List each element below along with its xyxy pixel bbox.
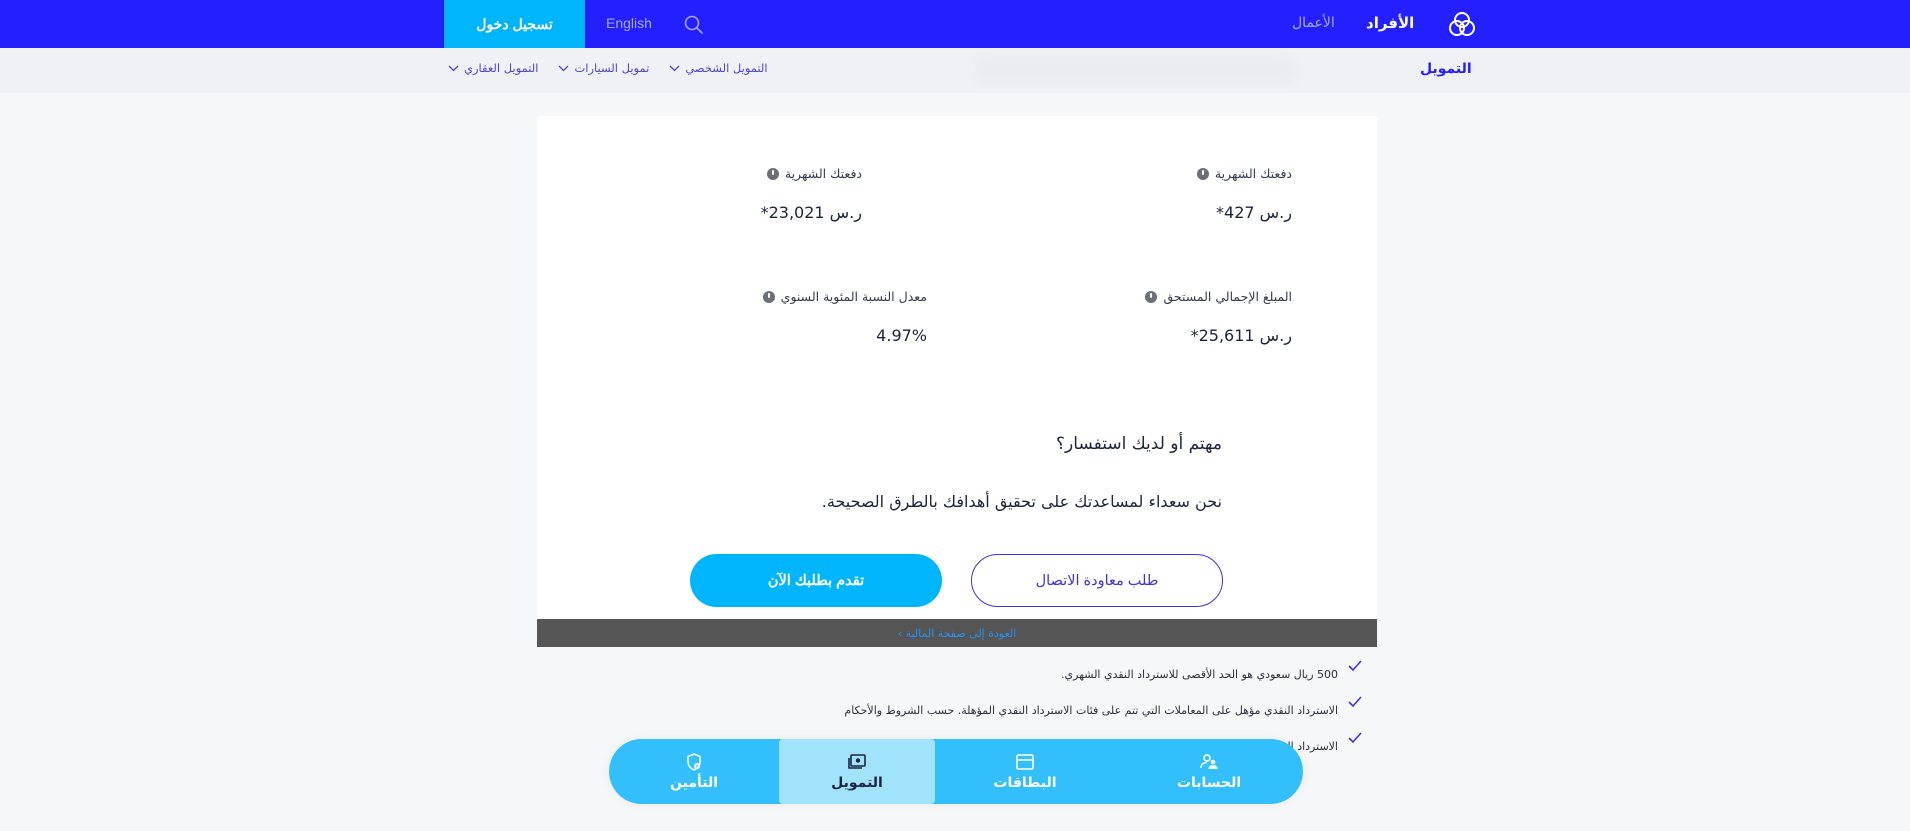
info-icon[interactable] bbox=[1196, 167, 1209, 180]
bottom-nav-label: الحسابات bbox=[1176, 775, 1242, 791]
check-icon bbox=[1348, 696, 1362, 708]
subnav-link-label: التمويل الشخصي bbox=[685, 61, 768, 75]
stat-value: 4.97% bbox=[876, 326, 927, 345]
stat-value: ر.س 25,611* bbox=[1190, 326, 1292, 345]
shield-icon bbox=[687, 753, 701, 771]
card-icon bbox=[1016, 754, 1034, 770]
subnav-link-mortgage[interactable]: التمويل العقاري bbox=[448, 61, 538, 75]
language-toggle[interactable]: English bbox=[606, 15, 652, 31]
chevron-down-icon bbox=[558, 65, 569, 71]
stat-apr: معدل النسبة المئوية السنوي 4.97% bbox=[762, 289, 927, 345]
check-icon bbox=[1348, 732, 1362, 744]
chevron-down-icon bbox=[669, 65, 680, 71]
inquiry-text: نحن سعداء لمساعدتك على تحقيق أهدافك بالط… bbox=[821, 492, 1222, 511]
info-icon[interactable] bbox=[762, 290, 775, 303]
stat-monthly-payment: دفعتك الشهرية ر.س 427* bbox=[1196, 166, 1292, 222]
blurred-region bbox=[975, 56, 1295, 84]
info-icon[interactable] bbox=[766, 167, 779, 180]
stat-label: دفعتك الشهرية bbox=[784, 166, 862, 181]
login-button[interactable]: تسجيل دخول bbox=[444, 0, 585, 48]
info-icon[interactable] bbox=[1145, 290, 1158, 303]
back-to-finance-link[interactable]: العودة إلى صفحة المالية › bbox=[898, 627, 1017, 640]
bottom-nav-label: التمويل bbox=[831, 775, 883, 791]
subnav-links: التمويل العقاري تمويل السيارات التمويل ا… bbox=[448, 61, 768, 75]
subnav-title[interactable]: التمويل bbox=[1420, 61, 1472, 77]
list-item: 500 ريال سعودي هو الحد الأقصى للاسترداد … bbox=[844, 660, 1362, 696]
list-item-text: الاسترداد النقدي مؤهل على المعاملات التي… bbox=[844, 704, 1338, 717]
bottom-nav-cards[interactable]: البطاقات bbox=[935, 739, 1115, 804]
stat-label: دفعتك الشهرية bbox=[1214, 166, 1292, 181]
top-header: تسجيل دخول English الأعمال الأفراد bbox=[0, 0, 1910, 48]
stat-value: ر.س 23,021* bbox=[760, 203, 862, 222]
chevron-down-icon bbox=[448, 65, 459, 71]
nav-personal[interactable]: الأفراد bbox=[1366, 14, 1414, 32]
apply-now-button[interactable]: تقدم بطلبك الآن bbox=[690, 554, 942, 607]
subnav-link-label: تمويل السيارات bbox=[574, 61, 650, 75]
bottom-navigation: التأمين التمويل البطاقات الحسابات bbox=[609, 739, 1303, 804]
bottom-nav-label: البطاقات bbox=[993, 775, 1057, 791]
inquiry-title: مهتم أو لديك استفسار؟ bbox=[1056, 434, 1222, 454]
request-callback-button[interactable]: طلب معاودة الاتصال bbox=[971, 554, 1223, 607]
bottom-nav-finance[interactable]: التمويل bbox=[779, 739, 935, 804]
search-icon[interactable] bbox=[683, 14, 705, 36]
check-icon bbox=[1348, 660, 1362, 672]
stat-label: المبلغ الإجمالي المستحق bbox=[1163, 289, 1292, 304]
finance-results-card: دفعتك الشهرية ر.س 427* دفعتك الشهرية ر.س… bbox=[537, 116, 1377, 647]
stat-label: معدل النسبة المئوية السنوي bbox=[780, 289, 927, 304]
subnav-link-label: التمويل العقاري bbox=[464, 61, 539, 75]
stat-monthly-payment-alt: دفعتك الشهرية ر.س 23,021* bbox=[761, 166, 862, 222]
list-item-text: 500 ريال سعودي هو الحد الأقصى للاسترداد … bbox=[1061, 668, 1338, 681]
nav-business[interactable]: الأعمال bbox=[1292, 15, 1335, 31]
money-icon bbox=[848, 754, 866, 769]
list-item: الاسترداد النقدي مؤهل على المعاملات التي… bbox=[844, 696, 1362, 732]
bottom-nav-insurance[interactable]: التأمين bbox=[609, 739, 779, 804]
stat-total-amount-due: المبلغ الإجمالي المستحق ر.س 25,611* bbox=[1145, 289, 1292, 345]
bank-logo-icon[interactable] bbox=[1446, 9, 1478, 41]
subnav-link-auto[interactable]: تمويل السيارات bbox=[558, 61, 649, 75]
stat-value: ر.س 427* bbox=[1216, 203, 1292, 222]
bottom-nav-accounts[interactable]: الحسابات bbox=[1115, 739, 1303, 804]
accounts-icon bbox=[1200, 754, 1218, 769]
back-bar: العودة إلى صفحة المالية › bbox=[537, 619, 1377, 647]
sub-navigation: التمويل التمويل العقاري تمويل السيارات ا… bbox=[0, 48, 1910, 93]
subnav-link-personal[interactable]: التمويل الشخصي bbox=[669, 61, 768, 75]
bottom-nav-label: التأمين bbox=[670, 775, 719, 791]
